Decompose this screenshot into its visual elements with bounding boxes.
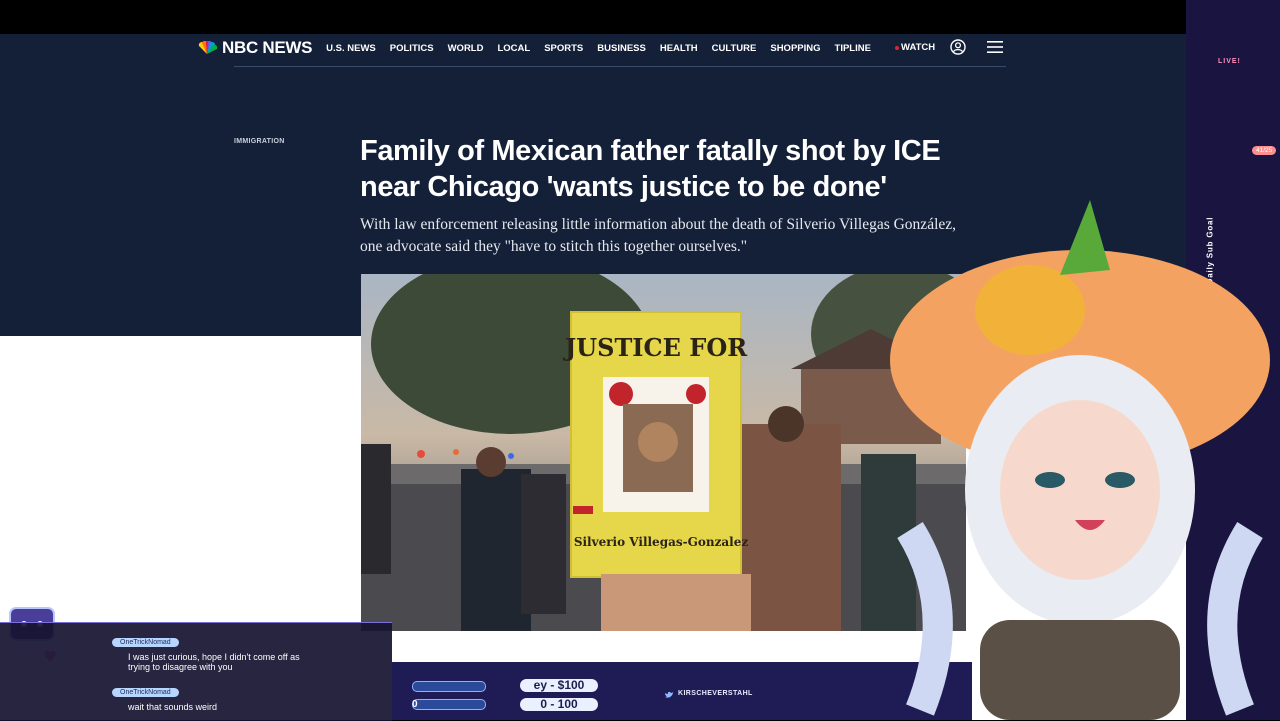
stream-chat-panel: OneTrickNomad I was just curious, hope I…	[0, 622, 392, 721]
nav-link-shopping[interactable]: SHOPPING	[770, 43, 820, 54]
section-label[interactable]: IMMIGRATION	[234, 138, 285, 145]
chat-username: OneTrickNomad	[112, 688, 179, 697]
twitter-icon	[665, 691, 673, 698]
chat-username: OneTrickNomad	[112, 638, 179, 647]
vtuber-avatar	[890, 200, 1270, 720]
nav-link-sports[interactable]: SPORTS	[544, 43, 583, 54]
sign-name-text: Silverio Villegas-Gonzalez	[574, 535, 749, 549]
chat-text: wait that sounds weird	[128, 702, 218, 712]
twitter-handle: KIRSCHEVERSTAHL	[678, 690, 753, 697]
nav-divider	[234, 66, 1006, 67]
article-hero-photo: JUSTICE FOR Silverio Villegas-Gonzalez	[361, 274, 966, 631]
sub-goal-count: 41/25	[1252, 146, 1277, 155]
nav-link-culture[interactable]: CULTURE	[712, 43, 757, 54]
user-icon[interactable]	[950, 39, 966, 55]
chat-text-line-1: I was just curious, hope I didn't come o…	[128, 652, 300, 662]
nav-link-politics[interactable]: POLITICS	[390, 43, 434, 54]
nav-link-world[interactable]: WORLD	[448, 43, 484, 54]
nav-link-tipline[interactable]: TIPLINE	[835, 43, 871, 54]
chat-message: OneTrickNomad I was just curious, hope I…	[92, 631, 300, 672]
nav-link-business[interactable]: BUSINESS	[597, 43, 646, 54]
watch-label: WATCH	[901, 42, 936, 53]
chat-text-line-2: trying to disagree with you	[128, 662, 233, 672]
nav-links: U.S. NEWS POLITICS WORLD LOCAL SPORTS BU…	[326, 43, 871, 54]
bits-goal-pill: ey - $100	[520, 679, 598, 692]
brand-logo[interactable]: NBC NEWS	[196, 38, 312, 58]
article-dek: With law enforcement releasing little in…	[360, 214, 970, 258]
goal-progress-track	[412, 699, 486, 710]
sign-title-text: JUSTICE FOR	[563, 333, 748, 362]
top-black-bar	[0, 0, 1280, 34]
nav-link-us-news[interactable]: U.S. NEWS	[326, 43, 376, 54]
menu-icon[interactable]	[987, 40, 1003, 54]
site-nav: NBC NEWS U.S. NEWS POLITICS WORLD LOCAL …	[196, 37, 1006, 59]
live-label: LIVE!	[1218, 58, 1241, 65]
goal-progress-track	[412, 681, 486, 692]
nav-link-health[interactable]: HEALTH	[660, 43, 698, 54]
peacock-logo-icon	[198, 41, 218, 54]
nav-link-local[interactable]: LOCAL	[497, 43, 530, 54]
chat-text: I was just curious, hope I didn't come o…	[128, 652, 300, 672]
headline-line-1: Family of Mexican father fatally shot by…	[360, 135, 941, 167]
headline-line-2: near Chicago 'wants justice to be done'	[360, 171, 887, 203]
watch-link[interactable]: WATCH	[895, 42, 935, 53]
goal-range-pill: 0 - 100	[520, 698, 598, 711]
live-dot-icon	[895, 45, 899, 50]
brand-name: NBC NEWS	[222, 38, 313, 57]
goal-left-value: 0	[412, 699, 418, 710]
dek-line-2: one advocate said they "have to stitch t…	[360, 238, 748, 255]
dek-line-1: With law enforcement releasing little in…	[360, 216, 957, 233]
chat-message: OneTrickNomad wait that sounds weird	[92, 681, 217, 712]
